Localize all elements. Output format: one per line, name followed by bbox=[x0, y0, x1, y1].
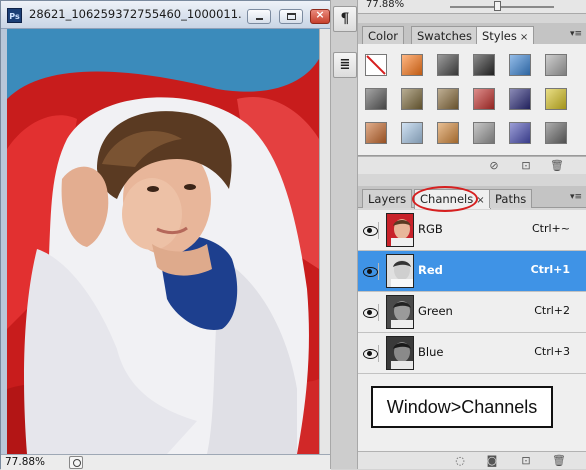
channel-name: Green bbox=[418, 304, 453, 318]
panel-dock-column: ¶ ≣ bbox=[330, 0, 358, 469]
style-swatch[interactable] bbox=[473, 122, 495, 144]
navigator-zoom-slider[interactable] bbox=[450, 6, 554, 8]
style-swatch[interactable] bbox=[473, 88, 495, 110]
style-swatch[interactable] bbox=[545, 122, 567, 144]
channel-thumbnail bbox=[386, 213, 414, 247]
rgb-thumbnail-image bbox=[387, 214, 413, 246]
blue-thumbnail-image bbox=[387, 337, 413, 369]
style-swatch[interactable] bbox=[401, 88, 423, 110]
document-status-bar: 77.88% bbox=[1, 454, 331, 470]
tab-paths[interactable]: Paths bbox=[489, 189, 533, 208]
tab-layers[interactable]: Layers bbox=[362, 189, 413, 208]
channel-shortcut: Ctrl+2 bbox=[534, 304, 570, 317]
visibility-eye-icon[interactable] bbox=[362, 263, 379, 280]
channel-name: RGB bbox=[418, 222, 443, 236]
tab-close-icon[interactable]: × bbox=[520, 32, 528, 43]
style-swatch[interactable] bbox=[545, 54, 567, 76]
photo-image bbox=[7, 29, 319, 454]
panel-menu-icon[interactable]: ▾≡ bbox=[570, 192, 582, 202]
channel-thumbnail bbox=[386, 295, 414, 329]
tab-swatches[interactable]: Swatches bbox=[411, 26, 478, 45]
tab-color-label: Color bbox=[368, 29, 399, 43]
load-selection-icon[interactable]: ◌ bbox=[454, 455, 466, 466]
new-channel-icon[interactable]: ⊡ bbox=[520, 455, 532, 466]
tab-swatches-label: Swatches bbox=[417, 29, 472, 43]
panel-menu-icon[interactable]: ▾≡ bbox=[570, 29, 582, 39]
channel-shortcut: Ctrl+1 bbox=[530, 263, 570, 276]
document-window: Ps 28621_106259372755460_1000011... × 77… bbox=[0, 0, 331, 470]
style-swatch-none[interactable] bbox=[365, 54, 387, 76]
style-swatch[interactable] bbox=[545, 88, 567, 110]
channel-row-red[interactable]: Red Ctrl+1 bbox=[358, 251, 586, 292]
new-style-icon[interactable]: ⊡ bbox=[520, 160, 532, 171]
notes-icon[interactable]: ≣ bbox=[333, 52, 357, 78]
style-swatch[interactable] bbox=[437, 122, 459, 144]
channel-shortcut: Ctrl+~ bbox=[531, 222, 570, 235]
green-thumbnail-image bbox=[387, 296, 413, 328]
close-icon: × bbox=[315, 8, 325, 21]
maximize-button[interactable] bbox=[279, 9, 303, 24]
styles-footer: ⊘ ⊡ 🗑 bbox=[358, 156, 586, 174]
channel-thumbnail bbox=[386, 336, 414, 370]
vertical-scrollbar[interactable] bbox=[319, 29, 330, 454]
photoshop-icon: Ps bbox=[7, 8, 22, 23]
maximize-icon bbox=[287, 13, 296, 20]
style-swatch[interactable] bbox=[509, 122, 531, 144]
tab-layers-label: Layers bbox=[368, 192, 407, 206]
channel-row-rgb[interactable]: RGB Ctrl+~ bbox=[358, 210, 586, 251]
navigator-slider-thumb[interactable] bbox=[494, 1, 501, 11]
channels-list: RGB Ctrl+~ Red Ctrl+1 Green Ctrl+2 Blue … bbox=[358, 210, 586, 451]
styles-tabbar: Color Swatches Styles × ▾≡ bbox=[358, 23, 586, 46]
document-titlebar[interactable]: Ps 28621_106259372755460_1000011... × bbox=[1, 1, 331, 29]
annotation-label: Window>Channels bbox=[371, 386, 553, 428]
status-info-icon[interactable] bbox=[69, 456, 83, 469]
styles-grid bbox=[358, 44, 586, 156]
visibility-eye-icon[interactable] bbox=[362, 345, 379, 362]
style-swatch[interactable] bbox=[437, 54, 459, 76]
red-thumbnail-image bbox=[387, 255, 413, 287]
document-title: 28621_106259372755460_1000011... bbox=[29, 7, 241, 21]
visibility-eye-icon[interactable] bbox=[362, 304, 379, 321]
style-swatch[interactable] bbox=[437, 88, 459, 110]
tab-color[interactable]: Color bbox=[362, 26, 405, 45]
style-swatch[interactable] bbox=[509, 88, 531, 110]
style-swatch[interactable] bbox=[473, 54, 495, 76]
trash-icon[interactable]: 🗑 bbox=[552, 455, 566, 466]
trash-icon[interactable]: 🗑 bbox=[550, 160, 564, 171]
style-swatch[interactable] bbox=[401, 54, 423, 76]
tab-styles[interactable]: Styles × bbox=[476, 26, 535, 46]
channel-shortcut: Ctrl+3 bbox=[534, 345, 570, 358]
panel-dock: 77.88% Color Swatches Styles × ▾≡ ⊘ ⊡ 🗑 L… bbox=[358, 0, 586, 469]
channels-footer: ◌ ◙ ⊡ 🗑 bbox=[358, 451, 586, 469]
zoom-field[interactable]: 77.88% bbox=[5, 456, 61, 469]
channel-name: Blue bbox=[418, 345, 444, 359]
document-canvas[interactable] bbox=[7, 29, 319, 454]
no-style-icon[interactable]: ⊘ bbox=[488, 160, 500, 171]
channel-name: Red bbox=[418, 263, 443, 277]
save-selection-icon[interactable]: ◙ bbox=[486, 455, 498, 466]
minimize-button[interactable] bbox=[247, 9, 271, 24]
no-style-slash-icon bbox=[366, 55, 386, 75]
style-swatch[interactable] bbox=[365, 88, 387, 110]
channel-row-blue[interactable]: Blue Ctrl+3 bbox=[358, 333, 586, 374]
tab-paths-label: Paths bbox=[495, 192, 527, 206]
navigator-strip: 77.88% bbox=[358, 0, 586, 14]
visibility-eye-icon[interactable] bbox=[362, 222, 379, 239]
style-swatch[interactable] bbox=[401, 122, 423, 144]
style-swatch[interactable] bbox=[365, 122, 387, 144]
paragraph-icon[interactable]: ¶ bbox=[333, 6, 357, 32]
highlight-ring bbox=[412, 186, 478, 212]
minimize-icon bbox=[256, 18, 263, 20]
style-swatch[interactable] bbox=[509, 54, 531, 76]
navigator-zoom[interactable]: 77.88% bbox=[366, 0, 404, 10]
channel-thumbnail bbox=[386, 254, 414, 288]
channel-row-green[interactable]: Green Ctrl+2 bbox=[358, 292, 586, 333]
tab-styles-label: Styles bbox=[482, 29, 517, 43]
close-button[interactable]: × bbox=[310, 8, 330, 24]
